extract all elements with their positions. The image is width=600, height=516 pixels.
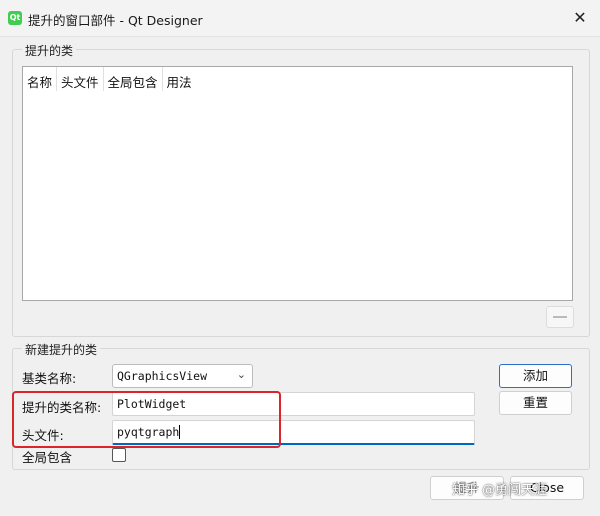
new-promotion-title: 新建提升的类 [22, 341, 101, 358]
global-include-label: 全局包含 [22, 450, 73, 465]
annotation-highlight-box [12, 391, 281, 448]
global-include-checkbox[interactable] [112, 448, 126, 462]
chevron-down-icon: ⌄ [236, 368, 246, 381]
column-header-header-file[interactable]: 头文件 [57, 67, 104, 91]
base-class-label: 基类名称: [22, 371, 77, 386]
promoted-classes-title: 提升的类 [22, 42, 77, 59]
qt-designer-icon: Qt [8, 11, 22, 25]
base-class-combobox[interactable]: QGraphicsView ⌄ [112, 364, 253, 388]
reset-button[interactable]: 重置 [499, 391, 572, 415]
title-bar: Qt 提升的窗口部件 - Qt Designer ✕ [0, 0, 600, 37]
minus-icon [553, 316, 567, 318]
remove-class-button[interactable] [546, 306, 574, 328]
column-header-global-include[interactable]: 全局包含 [104, 67, 163, 91]
window-title: 提升的窗口部件 - Qt Designer [28, 13, 203, 28]
promoted-classes-table[interactable]: 名称 头文件 全局包含 用法 [22, 66, 573, 301]
table-header: 名称 头文件 全局包含 用法 [23, 67, 196, 91]
close-icon[interactable]: ✕ [570, 8, 590, 28]
column-header-name[interactable]: 名称 [23, 67, 58, 91]
base-class-value: QGraphicsView [117, 369, 208, 383]
add-button[interactable]: 添加 [499, 364, 572, 388]
watermark: 知乎 @勇闯天涯 [452, 483, 548, 498]
column-header-usage[interactable]: 用法 [163, 67, 196, 91]
